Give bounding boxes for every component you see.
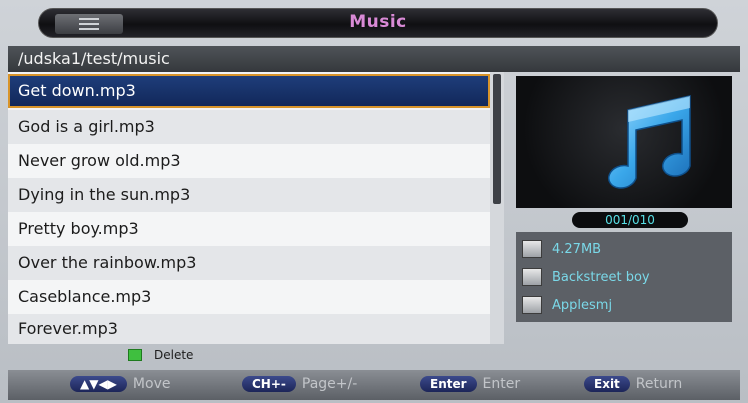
hint-label-move: Move bbox=[132, 376, 171, 392]
key-pill-arrows: ▲▼◀▶ bbox=[70, 376, 127, 392]
hint-move: ▲▼◀▶ Move bbox=[70, 376, 170, 392]
hint-return: Exit Return bbox=[584, 376, 682, 392]
hint-label-return: Return bbox=[635, 376, 683, 392]
path-bar: /udska1/test/music bbox=[8, 46, 740, 72]
current-path: /udska1/test/music bbox=[18, 49, 170, 68]
scrollbar-thumb[interactable] bbox=[493, 74, 501, 204]
info-row-artist: Backstreet boy bbox=[522, 264, 650, 290]
artist-name: Backstreet boy bbox=[552, 269, 650, 285]
list-item[interactable]: Caseblance.mp3 bbox=[8, 280, 490, 314]
delete-label: Delete bbox=[154, 348, 194, 362]
track-info-panel: 4.27MB Backstreet boy Applesmj bbox=[516, 232, 732, 322]
key-pill-enter: Enter bbox=[420, 376, 477, 392]
hint-label-enter: Enter bbox=[482, 376, 521, 392]
track-counter: 001/010 bbox=[572, 212, 688, 228]
list-item[interactable]: Forever.mp3 bbox=[8, 314, 490, 344]
info-row-size: 4.27MB bbox=[522, 236, 601, 262]
info-row-album: Applesmj bbox=[522, 292, 612, 318]
list-item[interactable]: Dying in the sun.mp3 bbox=[8, 178, 490, 212]
album-name: Applesmj bbox=[552, 297, 613, 313]
artist-icon bbox=[522, 268, 542, 286]
title-bar: Music bbox=[38, 8, 718, 38]
file-size: 4.27MB bbox=[552, 241, 602, 257]
key-pill-ch: CH+- bbox=[242, 376, 296, 392]
music-player-window: Music /udska1/test/music Get down.mp3 Go… bbox=[0, 0, 748, 403]
list-item[interactable]: Get down.mp3 bbox=[8, 74, 490, 108]
page-title: Music bbox=[349, 12, 407, 32]
hint-bar: ▲▼◀▶ Move CH+- Page+/- Enter Enter Exit … bbox=[8, 370, 740, 400]
file-list: Get down.mp3 God is a girl.mp3 Never gro… bbox=[8, 72, 490, 344]
delete-hint[interactable]: Delete bbox=[128, 348, 193, 362]
music-note-icon bbox=[607, 95, 691, 189]
list-item[interactable]: Pretty boy.mp3 bbox=[8, 212, 490, 246]
green-key-icon bbox=[128, 349, 142, 361]
file-size-icon bbox=[522, 240, 542, 258]
list-item[interactable]: Never grow old.mp3 bbox=[8, 144, 490, 178]
album-art bbox=[516, 76, 732, 208]
key-pill-exit: Exit bbox=[584, 376, 630, 392]
list-item[interactable]: Over the rainbow.mp3 bbox=[8, 246, 490, 280]
hint-label-page: Page+/- bbox=[301, 376, 358, 392]
hint-enter: Enter Enter bbox=[420, 376, 520, 392]
scrollbar[interactable] bbox=[490, 72, 504, 344]
album-icon bbox=[522, 296, 542, 314]
list-item[interactable]: God is a girl.mp3 bbox=[8, 110, 490, 144]
hint-page: CH+- Page+/- bbox=[242, 376, 357, 392]
